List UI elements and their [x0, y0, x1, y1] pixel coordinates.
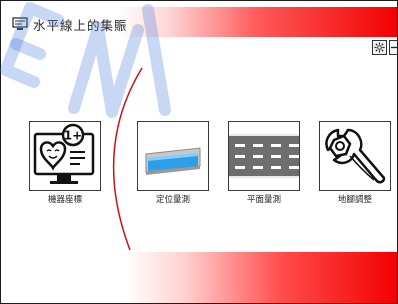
- window-frame: [0, 0, 398, 304]
- main-window: 水平線上的集賑 1+ 機器座標 定位量測 平面量測 地腳調整: [0, 0, 398, 304]
